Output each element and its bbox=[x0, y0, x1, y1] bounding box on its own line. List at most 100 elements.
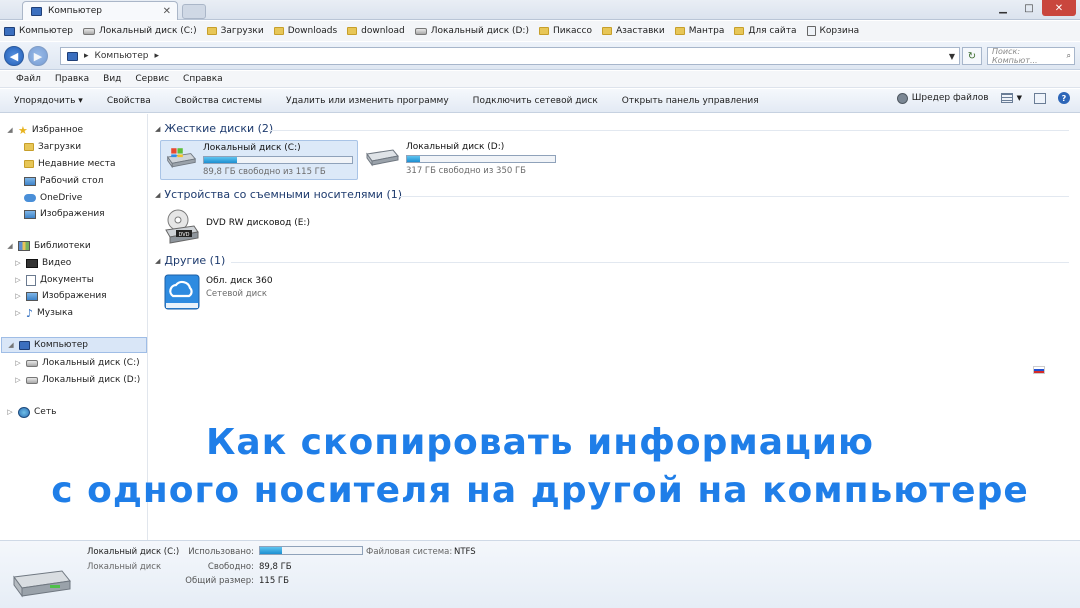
drive-icon bbox=[414, 27, 427, 35]
group-header-removable[interactable]: ◢ Устройства со съемными носителями (1) bbox=[155, 188, 402, 201]
bookmark-item[interactable]: Downloads bbox=[273, 26, 337, 36]
sidebar-label: Изображения bbox=[40, 209, 105, 219]
bookmark-item[interactable]: Локальный диск (C:) bbox=[82, 26, 197, 36]
details-usage-fill bbox=[260, 547, 283, 554]
window-controls: ▁ □ ✕ bbox=[990, 0, 1076, 16]
refresh-button[interactable]: ↻ bbox=[962, 47, 982, 65]
collapse-arrow-icon[interactable]: ◢ bbox=[155, 191, 160, 199]
sidebar-item-video[interactable]: ▷ Видео bbox=[14, 255, 71, 271]
desktop-icon bbox=[24, 176, 36, 186]
sidebar-label: OneDrive bbox=[40, 193, 83, 203]
sidebar-item-favorites[interactable]: ◢ ★ Избранное bbox=[6, 122, 83, 138]
search-input[interactable]: Поиск: Компьют... ⌕ bbox=[987, 47, 1075, 65]
drive-c-info: Локальный диск (C:) 89,8 ГБ свободно из … bbox=[203, 143, 353, 177]
preview-pane-icon[interactable] bbox=[1034, 92, 1046, 104]
close-tab-icon[interactable]: ✕ bbox=[163, 6, 171, 17]
cloud-disk-tile[interactable]: Обл. диск 360 Сетевой диск bbox=[164, 274, 273, 310]
bookmark-label: Корзина bbox=[819, 26, 860, 36]
breadcrumb-computer[interactable]: Компьютер bbox=[95, 51, 149, 61]
toolbar-items: Упорядочить ▾ Свойства Свойства системы Уда… bbox=[14, 96, 759, 106]
drive-c-tile[interactable]: Локальный диск (C:) 89,8 ГБ свободно из … bbox=[160, 140, 358, 180]
bookmark-item[interactable]: Азаставки bbox=[601, 26, 665, 36]
video-icon bbox=[26, 258, 38, 268]
music-icon: ♪ bbox=[26, 306, 34, 320]
collapse-arrow-icon[interactable]: ◢ bbox=[155, 125, 160, 133]
menu-item[interactable]: Вид bbox=[103, 74, 121, 84]
sidebar-item-pictures[interactable]: ▷ Изображения bbox=[14, 288, 106, 304]
view-options-icon[interactable] bbox=[1000, 93, 1013, 103]
expand-arrow-icon[interactable]: ▷ bbox=[14, 309, 22, 317]
shredder-icon bbox=[896, 92, 908, 104]
toolbar-button[interactable]: Подключить сетевой диск bbox=[473, 96, 598, 106]
collapse-arrow-icon[interactable]: ◢ bbox=[155, 257, 160, 265]
dvd-drive-tile[interactable]: DVD DVD RW дисковод (E:) bbox=[164, 208, 310, 244]
address-field[interactable]: ▸ Компьютер ▸ ▼ bbox=[60, 47, 960, 65]
expand-arrow-icon[interactable]: ▷ bbox=[14, 276, 22, 284]
tab-computer[interactable]: Компьютер ✕ bbox=[22, 1, 178, 20]
bookmark-item[interactable]: Компьютер bbox=[4, 26, 73, 36]
back-button[interactable]: ◀ bbox=[4, 46, 24, 66]
sidebar-item-desktop[interactable]: Рабочий стол bbox=[24, 173, 103, 189]
bookmark-label: Пикассо bbox=[552, 26, 592, 36]
bookmark-item[interactable]: Локальный диск (D:) bbox=[414, 26, 529, 36]
toolbar-button[interactable]: Свойства bbox=[107, 96, 151, 106]
sidebar-item-documents[interactable]: ▷ Документы bbox=[14, 272, 94, 288]
sidebar-item-computer[interactable]: ◢ Компьютер bbox=[1, 337, 147, 353]
expand-arrow-icon[interactable]: ▷ bbox=[6, 408, 14, 416]
bookmark-item[interactable]: Пикассо bbox=[538, 26, 592, 36]
sidebar-label: Документы bbox=[40, 275, 94, 285]
expand-arrow-icon[interactable]: ▷ bbox=[14, 259, 22, 267]
details-pane: Локальный диск (C:) Локальный диск Испол… bbox=[0, 540, 1080, 608]
close-window-button[interactable]: ✕ bbox=[1042, 0, 1076, 16]
breadcrumb-separator: ▸ bbox=[154, 51, 160, 61]
sidebar-item-pictures-fav[interactable]: Изображения bbox=[24, 206, 105, 222]
minimize-button[interactable]: ▁ bbox=[990, 0, 1016, 16]
menu-item[interactable]: Правка bbox=[55, 74, 89, 84]
toolbar-right: Шредер файлов ▼ ? bbox=[896, 92, 1070, 104]
new-tab-button[interactable] bbox=[182, 4, 206, 19]
shredder-button[interactable]: Шредер файлов bbox=[896, 92, 989, 104]
toolbar-button[interactable]: Упорядочить ▾ bbox=[14, 96, 83, 106]
bookmark-label: download bbox=[361, 26, 405, 36]
bookmark-item[interactable]: Корзина bbox=[806, 26, 860, 36]
sidebar-item-drive-d[interactable]: ▷ Локальный диск (D:) bbox=[14, 372, 140, 388]
forward-button[interactable]: ▶ bbox=[28, 46, 48, 66]
chevron-down-icon[interactable]: ▼ bbox=[949, 52, 955, 61]
help-icon[interactable]: ? bbox=[1058, 92, 1070, 104]
expand-arrow-icon[interactable]: ◢ bbox=[6, 126, 14, 134]
expand-arrow-icon[interactable]: ▷ bbox=[14, 292, 22, 300]
drive-icon bbox=[26, 376, 38, 384]
maximize-button[interactable]: □ bbox=[1016, 0, 1042, 16]
drive-usage-bar bbox=[406, 155, 556, 163]
bookmark-item[interactable]: download bbox=[347, 26, 405, 36]
sidebar-item-network[interactable]: ▷ Сеть bbox=[6, 404, 56, 420]
sidebar-item-music[interactable]: ▷ ♪ Музыка bbox=[14, 305, 73, 321]
menu-item[interactable]: Сервис bbox=[135, 74, 169, 84]
cloud-disk-icon bbox=[164, 274, 200, 310]
toolbar-button[interactable]: Удалить или изменить программу bbox=[286, 96, 449, 106]
expand-arrow-icon[interactable]: ◢ bbox=[6, 242, 14, 250]
total-value: 115 ГБ bbox=[259, 576, 289, 586]
computer-icon bbox=[67, 51, 78, 61]
toolbar-button[interactable]: Открыть панель управления bbox=[622, 96, 759, 106]
bookmark-item[interactable]: Для сайта bbox=[734, 26, 797, 36]
expand-arrow-icon[interactable]: ◢ bbox=[7, 341, 15, 349]
chevron-down-icon[interactable]: ▼ bbox=[1017, 94, 1022, 102]
drive-d-tile[interactable]: Локальный диск (D:) 317 ГБ свободно из 3… bbox=[364, 142, 556, 176]
toolbar-button[interactable]: Свойства системы bbox=[175, 96, 262, 106]
search-placeholder: Поиск: Компьют... bbox=[992, 47, 1038, 65]
sidebar-item-onedrive[interactable]: OneDrive bbox=[24, 190, 82, 206]
sidebar-item-recent-places[interactable]: Недавние места bbox=[24, 156, 116, 172]
group-header-hard-drives[interactable]: ◢ Жесткие диски (2) bbox=[155, 122, 273, 135]
sidebar-item-downloads[interactable]: Загрузки bbox=[24, 139, 81, 155]
expand-arrow-icon[interactable]: ▷ bbox=[14, 359, 22, 367]
bookmark-item[interactable]: Мантра bbox=[674, 26, 724, 36]
command-toolbar: Упорядочить ▾ Свойства Свойства системы Уда… bbox=[0, 89, 1080, 113]
sidebar-item-libraries[interactable]: ◢ Библиотеки bbox=[6, 238, 91, 254]
sidebar-item-drive-c[interactable]: ▷ Локальный диск (C:) bbox=[14, 355, 139, 371]
menu-item[interactable]: Файл bbox=[16, 74, 41, 84]
bookmark-item[interactable]: Загрузки bbox=[206, 26, 264, 36]
expand-arrow-icon[interactable]: ▷ bbox=[14, 376, 22, 384]
group-header-other[interactable]: ◢ Другие (1) bbox=[155, 254, 225, 267]
menu-item[interactable]: Справка bbox=[183, 74, 223, 84]
